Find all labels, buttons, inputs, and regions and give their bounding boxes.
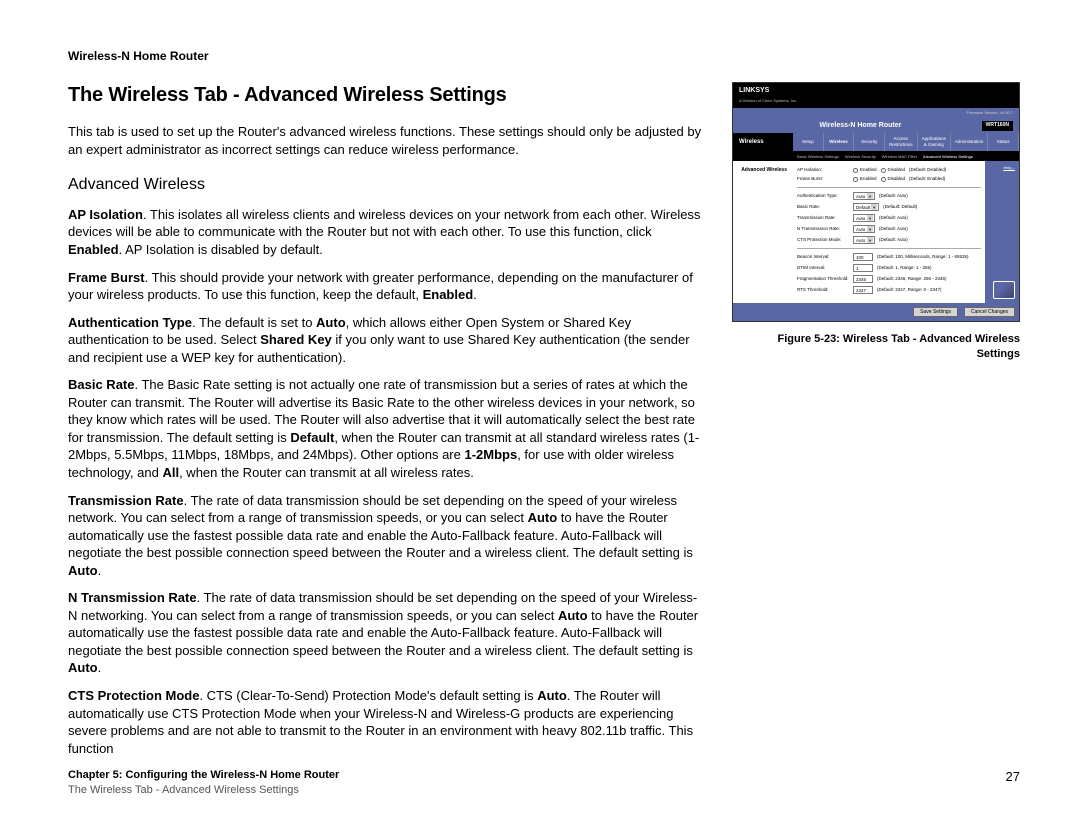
router-buttons: Save Settings Cancel Changes [733,303,1019,322]
row-cts-mode: CTS Protection Mode: Auto (Default: Auto… [797,236,981,244]
radio-fb-enabled[interactable]: Enabled [853,176,877,182]
router-subtabs: Basic Wireless Settings Wireless Securit… [733,152,1019,161]
router-section-label: Advanced Wireless [733,161,793,302]
page-footer: Chapter 5: Configuring the Wireless-N Ho… [68,768,1020,798]
router-tabs: Wireless Setup Wireless Security Access … [733,133,1019,152]
tab-applications-gaming[interactable]: Applications & Gaming [918,133,951,151]
para-basic-rate: Basic Rate. The Basic Rate setting is no… [68,376,706,481]
row-frag-threshold: Fragmentation Threshold: 2346 (Default: … [797,275,981,283]
select-n-trans-rate[interactable]: Auto [853,225,875,233]
router-title-bar: Wireless-N Home Router WRT160N [733,117,1019,132]
select-auth-type[interactable]: Auto [853,192,875,200]
page-title: The Wireless Tab - Advanced Wireless Set… [68,82,706,109]
router-brand: LINKSYS [739,87,769,94]
para-ap-isolation: AP Isolation. This isolates all wireless… [68,206,706,259]
para-frame-burst: Frame Burst. This should provide your ne… [68,269,706,304]
cancel-changes-button[interactable]: Cancel Changes [964,307,1015,318]
tab-security[interactable]: Security [854,133,885,151]
figure-column: LINKSYS A Division of Cisco Systems, Inc… [732,82,1020,767]
router-help-panel: Help... [985,161,1019,302]
tab-access-restrictions[interactable]: Access Restrictions [885,133,918,151]
select-cts-mode[interactable]: Auto [853,236,875,244]
row-n-trans-rate: N Transmission Rate: Auto (Default: Auto… [797,225,981,233]
tab-status[interactable]: Status [988,133,1019,151]
cisco-logo-icon [993,281,1015,299]
router-model-badge: WRT160N [982,121,1013,130]
row-dtim-interval: DTIM Interval: 1 (Default: 1, Range: 1 -… [797,264,981,272]
router-form: AP Isolation: Enabled Disabled (Default:… [793,161,985,302]
row-ap-isolation: AP Isolation: Enabled Disabled (Default:… [797,167,981,173]
row-basic-rate: Basic Rate: Default (Default: Default) [797,203,981,211]
tab-administration[interactable]: Administration [951,133,989,151]
input-dtim-interval[interactable]: 1 [853,264,873,272]
footer-section: The Wireless Tab - Advanced Wireless Set… [68,783,339,798]
para-transmission-rate: Transmission Rate. The rate of data tran… [68,492,706,580]
tab-wireless[interactable]: Wireless [824,133,855,151]
row-beacon-interval: Beacon Interval: 100 (Default: 100, Mill… [797,253,981,261]
document-header: Wireless-N Home Router [68,48,1020,64]
input-frag-threshold[interactable]: 2346 [853,275,873,283]
router-screenshot: LINKSYS A Division of Cisco Systems, Inc… [732,82,1020,322]
row-frame-burst: Frame Burst: Enabled Disabled (Default: … [797,176,981,182]
intro-paragraph: This tab is used to set up the Router's … [68,123,706,158]
para-n-transmission-rate: N Transmission Rate. The rate of data tr… [68,589,706,677]
router-tab-sidebar: Wireless [733,133,793,151]
row-auth-type: Authentication Type: Auto (Default: Auto… [797,192,981,200]
figure-caption: Figure 5-23: Wireless Tab - Advanced Wir… [732,332,1020,362]
select-trans-rate[interactable]: Auto [853,214,875,222]
subtab-security[interactable]: Wireless Security [845,154,876,159]
select-basic-rate[interactable]: Default [853,203,879,211]
footer-chapter: Chapter 5: Configuring the Wireless-N Ho… [68,768,339,783]
main-content: The Wireless Tab - Advanced Wireless Set… [68,82,706,767]
input-rts-threshold[interactable]: 2347 [853,286,873,294]
save-settings-button[interactable]: Save Settings [913,307,958,318]
subtab-basic[interactable]: Basic Wireless Settings [797,154,839,159]
para-auth-type: Authentication Type. The default is set … [68,314,706,367]
router-help-link[interactable]: Help... [985,161,1019,174]
router-brand-bar: LINKSYS A Division of Cisco Systems, Inc… [733,83,1019,108]
radio-fb-disabled[interactable]: Disabled [881,176,906,182]
radio-ap-enabled[interactable]: Enabled [853,167,877,173]
row-trans-rate: Transmission Rate: Auto (Default: Auto) [797,214,981,222]
subtab-advanced[interactable]: Advanced Wireless Settings [923,154,973,159]
router-firmware: Firmware Version: v0.00.7 [733,108,1019,117]
tab-setup[interactable]: Setup [793,133,824,151]
subtab-mac-filter[interactable]: Wireless MAC Filter [882,154,917,159]
page-number: 27 [1006,768,1020,786]
router-brand-sub: A Division of Cisco Systems, Inc. [739,98,797,103]
section-heading: Advanced Wireless [68,174,706,196]
input-beacon-interval[interactable]: 100 [853,253,873,261]
row-rts-threshold: RTS Threshold: 2347 (Default: 2347, Rang… [797,286,981,294]
para-cts-protection: CTS Protection Mode. CTS (Clear-To-Send)… [68,687,706,757]
radio-ap-disabled[interactable]: Disabled [881,167,906,173]
